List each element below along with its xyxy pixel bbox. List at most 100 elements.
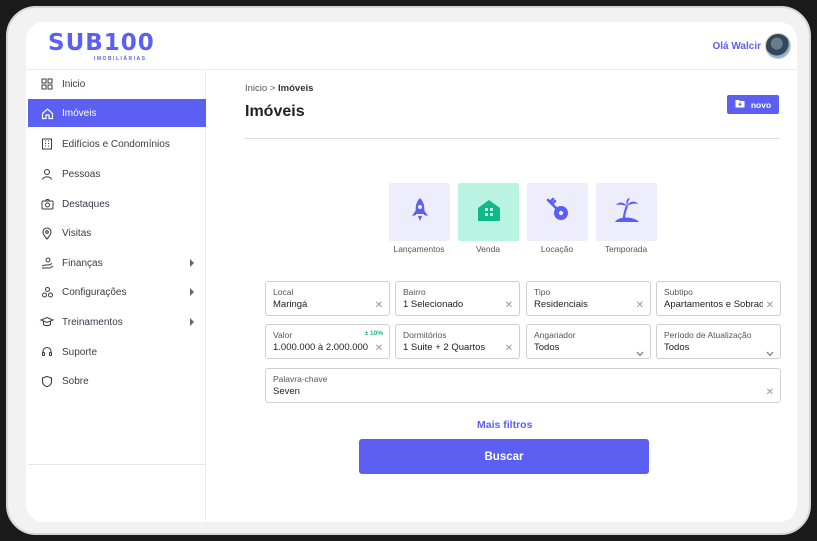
field-value: Residenciais bbox=[534, 299, 588, 310]
sidebar-item-label: Destaques bbox=[62, 198, 110, 210]
sidebar-item-destaques[interactable]: Destaques bbox=[28, 190, 206, 218]
sidebar-item-inicio[interactable]: Inicio bbox=[28, 70, 206, 98]
sidebar-item-pessoas[interactable]: Pessoas bbox=[28, 160, 206, 188]
home-icon bbox=[40, 106, 54, 120]
field-value: Todos bbox=[664, 342, 690, 353]
sidebar-item-label: Pessoas bbox=[62, 168, 101, 180]
category-venda[interactable] bbox=[458, 183, 519, 241]
field-value: 1 Selecionado bbox=[403, 299, 464, 310]
category-temporada[interactable] bbox=[596, 183, 657, 241]
building-icon bbox=[40, 137, 54, 151]
sidebar-item-label: Sobre bbox=[62, 375, 89, 387]
sidebar-item-configuracoes[interactable]: Configurações bbox=[28, 278, 206, 306]
valor-field[interactable]: Valor ± 10% 1.000.000 à 2.000.000 ✕ bbox=[265, 324, 390, 359]
logo[interactable]: SUB100 IMOBILIÁRIAS bbox=[48, 30, 155, 63]
periodo-select[interactable]: Período de Atualização Todos bbox=[656, 324, 781, 359]
page-title: Imóveis bbox=[245, 103, 305, 120]
field-value: Apartamentos e Sobrados bbox=[664, 299, 763, 310]
category-locacao[interactable] bbox=[527, 183, 588, 241]
main-content: Inicio > Imóveis Imóveis novo Lançamento… bbox=[207, 70, 797, 522]
category-label: Locação bbox=[540, 244, 574, 254]
camera-icon bbox=[40, 197, 54, 211]
clear-icon[interactable]: ✕ bbox=[636, 300, 644, 311]
sidebar-item-financas[interactable]: Finanças bbox=[28, 249, 206, 277]
sidebar-item-imoveis[interactable]: Imóveis bbox=[28, 99, 206, 127]
search-button[interactable]: Buscar bbox=[359, 439, 649, 474]
rocket-icon bbox=[409, 197, 431, 228]
shield-icon bbox=[40, 374, 54, 388]
sidebar-divider bbox=[28, 464, 206, 465]
more-filters-link[interactable]: Mais filtros bbox=[477, 419, 532, 431]
field-label: Tipo bbox=[534, 287, 551, 297]
category-label: Lançamentos bbox=[393, 244, 445, 254]
clear-icon[interactable]: ✕ bbox=[766, 387, 774, 398]
support-icon bbox=[40, 345, 54, 359]
key-icon bbox=[545, 197, 571, 228]
category-label: Venda bbox=[475, 244, 501, 254]
title-divider bbox=[245, 138, 779, 139]
local-field[interactable]: Local Maringá ✕ bbox=[265, 281, 390, 316]
clear-icon[interactable]: ✕ bbox=[766, 300, 774, 311]
clear-icon[interactable]: ✕ bbox=[505, 300, 513, 311]
field-value: 1 Suite + 2 Quartos bbox=[403, 342, 486, 353]
clear-icon[interactable]: ✕ bbox=[375, 343, 383, 354]
settings-icon bbox=[40, 285, 54, 299]
dormitorios-field[interactable]: Dormitórios 1 Suite + 2 Quartos ✕ bbox=[395, 324, 520, 359]
folder-plus-icon bbox=[735, 99, 745, 110]
field-label: Palavra-chave bbox=[273, 374, 328, 384]
chevron-right-icon bbox=[186, 257, 198, 269]
device-frame: SUB100 IMOBILIÁRIAS Olá Walcir Inicio Im… bbox=[6, 6, 811, 535]
category-label: Temporada bbox=[604, 244, 648, 254]
app-screen: SUB100 IMOBILIÁRIAS Olá Walcir Inicio Im… bbox=[26, 22, 797, 522]
angariador-select[interactable]: Angariador Todos bbox=[526, 324, 651, 359]
new-button-label: novo bbox=[750, 99, 772, 110]
logo-text: SUB100 bbox=[48, 30, 155, 56]
chevron-right-icon bbox=[186, 316, 198, 328]
breadcrumb-home[interactable]: Inicio bbox=[245, 83, 267, 94]
sidebar-item-label: Suporte bbox=[62, 346, 98, 358]
category-lancamentos[interactable] bbox=[389, 183, 450, 241]
sidebar-item-label: Imóveis bbox=[62, 107, 97, 119]
sidebar-item-label: Edifícios e Condomínios bbox=[62, 138, 170, 150]
avatar[interactable] bbox=[765, 33, 791, 59]
sidebar: Inicio Imóveis Edifícios e Condomínios P… bbox=[26, 70, 206, 522]
sidebar-item-label: Finanças bbox=[62, 257, 103, 269]
new-button[interactable]: novo bbox=[727, 95, 779, 114]
map-pin-icon bbox=[40, 226, 54, 240]
grid-icon bbox=[40, 77, 54, 91]
clear-icon[interactable]: ✕ bbox=[375, 300, 383, 311]
bairro-field[interactable]: Bairro 1 Selecionado ✕ bbox=[395, 281, 520, 316]
money-hand-icon bbox=[40, 256, 54, 270]
sidebar-item-visitas[interactable]: Visitas bbox=[28, 219, 206, 247]
field-value: Maringá bbox=[273, 299, 308, 310]
field-label: Angariador bbox=[534, 330, 576, 340]
training-icon bbox=[40, 315, 54, 329]
tolerance-badge[interactable]: ± 10% bbox=[365, 330, 383, 337]
breadcrumb: Inicio > Imóveis bbox=[245, 83, 313, 94]
field-value: Seven bbox=[273, 386, 300, 397]
sidebar-item-edificios[interactable]: Edifícios e Condomínios bbox=[28, 130, 206, 158]
house-icon bbox=[476, 198, 502, 227]
sidebar-item-sobre[interactable]: Sobre bbox=[28, 367, 206, 395]
chevron-down-icon bbox=[636, 344, 644, 357]
sidebar-item-label: Inicio bbox=[62, 78, 86, 90]
sidebar-item-treinamentos[interactable]: Treinamentos bbox=[28, 308, 206, 336]
breadcrumb-current: Imóveis bbox=[278, 83, 314, 94]
palavra-chave-field[interactable]: Palavra-chave Seven ✕ bbox=[265, 368, 781, 403]
field-value: Todos bbox=[534, 342, 560, 353]
field-label: Local bbox=[273, 287, 294, 297]
person-icon bbox=[40, 167, 54, 181]
field-label: Subtipo bbox=[664, 287, 693, 297]
sidebar-item-label: Configurações bbox=[62, 286, 127, 298]
chevron-down-icon bbox=[766, 344, 774, 357]
top-bar: SUB100 IMOBILIÁRIAS Olá Walcir bbox=[26, 22, 797, 70]
field-label: Período de Atualização bbox=[664, 330, 752, 340]
user-greeting[interactable]: Olá Walcir bbox=[712, 41, 761, 52]
island-icon bbox=[613, 197, 641, 228]
chevron-right-icon bbox=[186, 286, 198, 298]
sidebar-item-suporte[interactable]: Suporte bbox=[28, 338, 206, 366]
tipo-field[interactable]: Tipo Residenciais ✕ bbox=[526, 281, 651, 316]
subtipo-field[interactable]: Subtipo Apartamentos e Sobrados ✕ bbox=[656, 281, 781, 316]
field-value: 1.000.000 à 2.000.000 bbox=[273, 342, 369, 353]
clear-icon[interactable]: ✕ bbox=[505, 343, 513, 354]
